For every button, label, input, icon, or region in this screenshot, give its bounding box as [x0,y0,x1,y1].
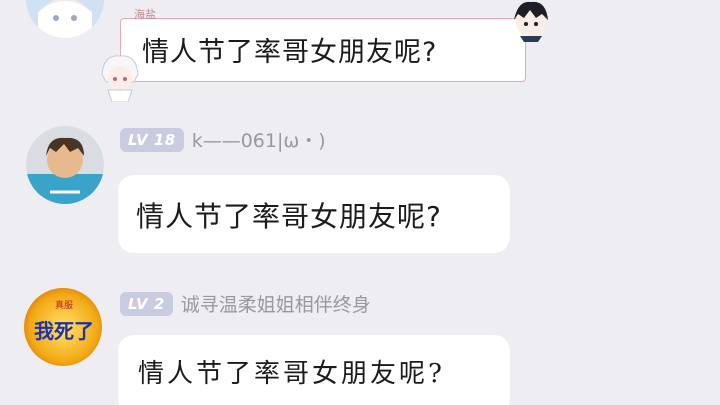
level-badge: LV 2 [120,291,173,316]
username[interactable]: 诚寻温柔姐姐相伴终身 [181,290,371,317]
bubble-signature: 海盐 [134,8,156,21]
chat-message: LV 18 k——061|ω・) 情人节了率哥女朋友呢? [0,118,720,258]
chibi-character-icon [508,0,554,46]
decorated-message-bubble[interactable]: 海盐 情人节了率哥女朋友呢? [101,1,548,103]
avatar[interactable]: 真服 我死了 [24,288,102,366]
level-badge: LV 18 [120,127,184,152]
avatar[interactable] [26,0,104,38]
chat-message: 真服 我死了 LV 2 诚寻温柔姐姐相伴终身 情人节了率哥女朋友呢? [0,280,720,405]
message-text: 情人节了率哥女朋友呢? [142,37,438,68]
chat-message: 海盐 情人节了率哥女朋友呢? [0,0,720,110]
username[interactable]: k——061|ω・) [192,126,326,153]
avatar[interactable] [26,126,104,204]
message-text: 情人节了率哥女朋友呢? [136,200,442,233]
chibi-character-icon [98,52,142,106]
svg-text:我死了: 我死了 [34,319,94,343]
message-meta: LV 2 诚寻温柔姐姐相伴终身 [120,290,371,317]
message-text: 情人节了率哥女朋友呢? [138,359,445,389]
chat-list[interactable]: 海盐 情人节了率哥女朋友呢? LV 18 k——061|ω・) 情人节了率哥女朋… [0,0,720,405]
message-bubble[interactable]: 情人节了率哥女朋友呢? [118,175,510,253]
message-meta: LV 18 k——061|ω・) [120,126,326,153]
svg-text:真服: 真服 [55,299,73,311]
message-bubble[interactable]: 情人节了率哥女朋友呢? [118,335,510,405]
